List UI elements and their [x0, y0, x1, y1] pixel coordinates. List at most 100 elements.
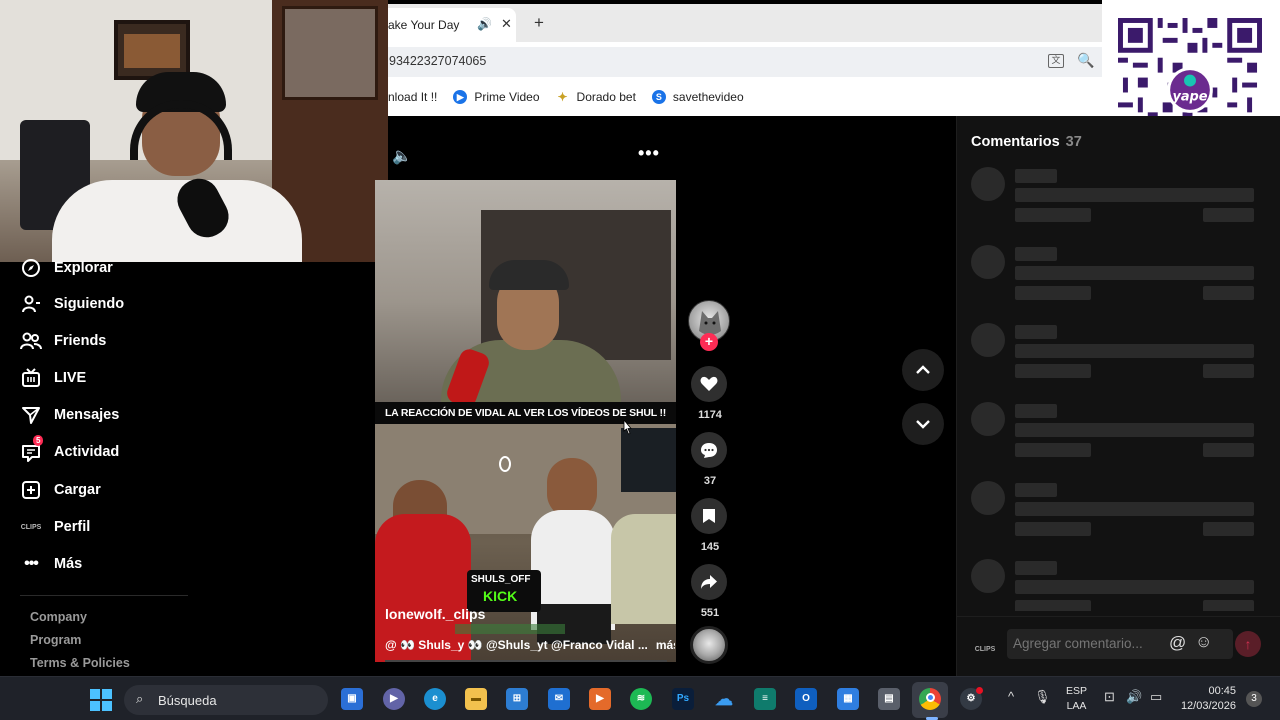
sidebar-item-cargar[interactable]: Cargar: [20, 476, 101, 504]
sidebar-item-friends[interactable]: Friends: [20, 327, 106, 355]
comment-composer: CLIPS @ ☺ ↑: [957, 616, 1280, 672]
browser-tab[interactable]: ake Your Day 🔊 ✕: [388, 8, 516, 42]
sidebar-item-siguiendo[interactable]: Siguiendo: [20, 290, 124, 318]
skeleton-line: [1015, 247, 1057, 261]
share-button[interactable]: [691, 564, 727, 600]
outlook-icon[interactable]: O: [795, 688, 817, 710]
translate-icon[interactable]: 文: [1048, 54, 1064, 68]
next-video-button[interactable]: [902, 403, 944, 445]
live-tv-icon: [20, 367, 42, 389]
sidebar-item-live[interactable]: LIVE: [20, 364, 86, 392]
url-field[interactable]: [388, 47, 1102, 77]
footer-link-company[interactable]: Company: [30, 610, 87, 624]
video-bottom-scene: SHULS_OFF KICK lonewolf._clips: [375, 424, 676, 662]
skeleton-line: [1203, 364, 1254, 378]
microphone-icon[interactable]: 🎙: [1034, 689, 1051, 705]
calculator-icon[interactable]: ▤: [878, 688, 900, 710]
bookmark-item[interactable]: S savethevideo: [651, 90, 744, 104]
previous-video-button[interactable]: [902, 349, 944, 391]
comment-count: 37: [703, 475, 717, 487]
language-indicator[interactable]: ESP LAA: [1066, 684, 1087, 714]
skeleton-line: [1015, 423, 1254, 437]
skeleton-line: [1203, 443, 1254, 457]
skeleton-line: [1015, 188, 1254, 202]
description-text[interactable]: @ 👀 Shuls_y 👀 @Shuls_yt @Franco Vidal ..…: [385, 638, 648, 652]
action-column: + 1174 37 145 551: [688, 300, 732, 670]
skeleton-avatar: [971, 167, 1005, 201]
bookmark-item[interactable]: ▶ Prime Video: [453, 90, 540, 104]
skeleton-line: [1203, 208, 1254, 222]
zoom-icon[interactable]: 🔍: [1077, 52, 1094, 69]
save-button[interactable]: [691, 498, 727, 534]
dorado-icon: ✦: [557, 90, 568, 104]
skeleton-line: [1015, 443, 1091, 457]
music-disc-icon[interactable]: [690, 626, 728, 664]
footer-link-terms[interactable]: Terms & Policies: [30, 656, 130, 670]
bookmark-item[interactable]: nload It !!: [388, 90, 437, 104]
calendar-icon[interactable]: ▦: [837, 688, 859, 710]
battery-icon[interactable]: ▭: [1150, 689, 1162, 705]
like-button[interactable]: [691, 366, 727, 402]
bookmark-label: savethevideo: [672, 90, 744, 104]
search-icon: ⌕: [136, 691, 144, 706]
comment-skeleton: [971, 323, 1271, 383]
taskbar-search[interactable]: ⌕ Búsqueda: [124, 685, 328, 715]
sidebar-item-perfil[interactable]: CLIPS Perfil: [20, 513, 91, 541]
chrome-icon[interactable]: [919, 688, 941, 710]
video-watermark: lonewolf._clips: [385, 606, 486, 622]
compass-icon: [20, 257, 42, 279]
file-explorer-icon[interactable]: ▬: [465, 688, 487, 710]
teams-icon[interactable]: ▶: [383, 688, 405, 710]
skeleton-line: [1203, 522, 1254, 536]
video-description[interactable]: @ 👀 Shuls_y 👀 @Shuls_yt @Franco Vidal ..…: [385, 638, 675, 658]
bookmark-label: nload It !!: [388, 90, 438, 104]
comment-button[interactable]: [691, 432, 727, 468]
emoji-icon[interactable]: ☺: [1195, 632, 1212, 652]
clock-time: 00:45: [1208, 685, 1236, 697]
taskbar-search-label: Búsqueda: [158, 693, 217, 708]
sidebar-item-actividad[interactable]: 5 Actividad: [20, 435, 119, 466]
windows-start-icon[interactable]: [90, 689, 112, 711]
edge-icon[interactable]: e: [424, 688, 446, 710]
onedrive-icon[interactable]: ☁: [713, 688, 735, 710]
inbox-icon: 5: [20, 435, 44, 463]
volume-icon[interactable]: 🔈: [392, 146, 412, 166]
mail-icon[interactable]: ✉: [548, 688, 570, 710]
skeleton-line: [1015, 502, 1254, 516]
tray-chevron-icon[interactable]: ^: [1008, 689, 1014, 704]
speaker-icon[interactable]: 🔊: [477, 17, 492, 31]
system-clock[interactable]: 00:45 12/03/2026: [1178, 684, 1236, 714]
new-tab-button[interactable]: +: [534, 13, 544, 33]
video-progress-bar[interactable]: [385, 660, 667, 662]
url-text[interactable]: 93422327074065: [389, 54, 486, 68]
spotify-icon[interactable]: ≋: [630, 688, 652, 710]
bookmark-label: Prime Video: [474, 90, 540, 104]
skeleton-line: [1015, 169, 1057, 183]
media-player-icon[interactable]: ▶: [589, 688, 611, 710]
video-more-icon[interactable]: •••: [638, 143, 660, 164]
bookmark-item[interactable]: ✦ Dorado bet: [556, 90, 636, 104]
bookmark-icon: [703, 509, 715, 523]
close-tab-icon[interactable]: ✕: [501, 16, 512, 32]
sidebar-item-explorar[interactable]: Explorar: [20, 254, 113, 282]
skeleton-line: [1203, 600, 1254, 611]
notification-count[interactable]: 3: [1246, 691, 1262, 707]
store-icon[interactable]: ⊞: [506, 688, 528, 710]
send-comment-button[interactable]: ↑: [1235, 631, 1261, 657]
sidebar-item-mas[interactable]: ••• Más: [20, 550, 82, 578]
sidebar-item-label: Más: [54, 556, 83, 572]
footer-link-program[interactable]: Program: [30, 633, 81, 647]
network-icon[interactable]: ⊡: [1104, 689, 1115, 705]
save-count: 145: [700, 541, 720, 553]
task-view-icon[interactable]: ▣: [341, 688, 363, 710]
like-count: 1174: [698, 409, 722, 421]
follow-button[interactable]: +: [700, 333, 718, 351]
volume-tray-icon[interactable]: 🔊: [1126, 689, 1142, 705]
mention-icon[interactable]: @: [1169, 633, 1186, 653]
sidebar-item-mensajes[interactable]: Mensajes: [20, 401, 119, 429]
kick-channel-text: SHULS_OFF: [471, 574, 531, 585]
photoshop-icon[interactable]: Ps: [672, 688, 694, 710]
notepad-icon[interactable]: ≡: [754, 688, 776, 710]
address-bar: 93422327074065 文 🔍: [388, 42, 1102, 80]
more-link[interactable]: más: [656, 638, 675, 652]
